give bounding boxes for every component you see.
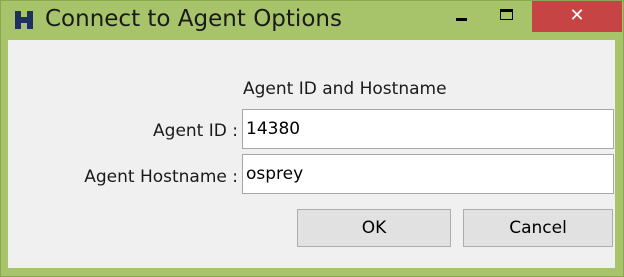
title-bar[interactable]: Connect to Agent Options ✕	[1, 1, 623, 33]
minimize-button[interactable]	[443, 1, 481, 33]
dialog-body: Agent ID and Hostname Agent ID : Agent H…	[8, 40, 615, 268]
maximize-icon	[500, 9, 513, 20]
agent-hostname-label: Agent Hostname :	[84, 167, 238, 187]
ok-button[interactable]: OK	[297, 209, 451, 247]
group-label: Agent ID and Hostname	[243, 79, 447, 99]
app-icon	[15, 11, 33, 29]
window-title: Connect to Agent Options	[45, 6, 342, 32]
minimize-icon	[456, 18, 467, 21]
close-icon: ✕	[569, 5, 585, 26]
agent-id-input[interactable]	[242, 109, 614, 149]
agent-hostname-input[interactable]	[242, 154, 614, 194]
close-button[interactable]: ✕	[532, 1, 622, 32]
maximize-button[interactable]	[488, 1, 528, 33]
dialog-window: Connect to Agent Options ✕ Agent ID and …	[0, 0, 624, 277]
agent-id-label: Agent ID :	[153, 121, 238, 141]
cancel-button[interactable]: Cancel	[463, 209, 613, 247]
